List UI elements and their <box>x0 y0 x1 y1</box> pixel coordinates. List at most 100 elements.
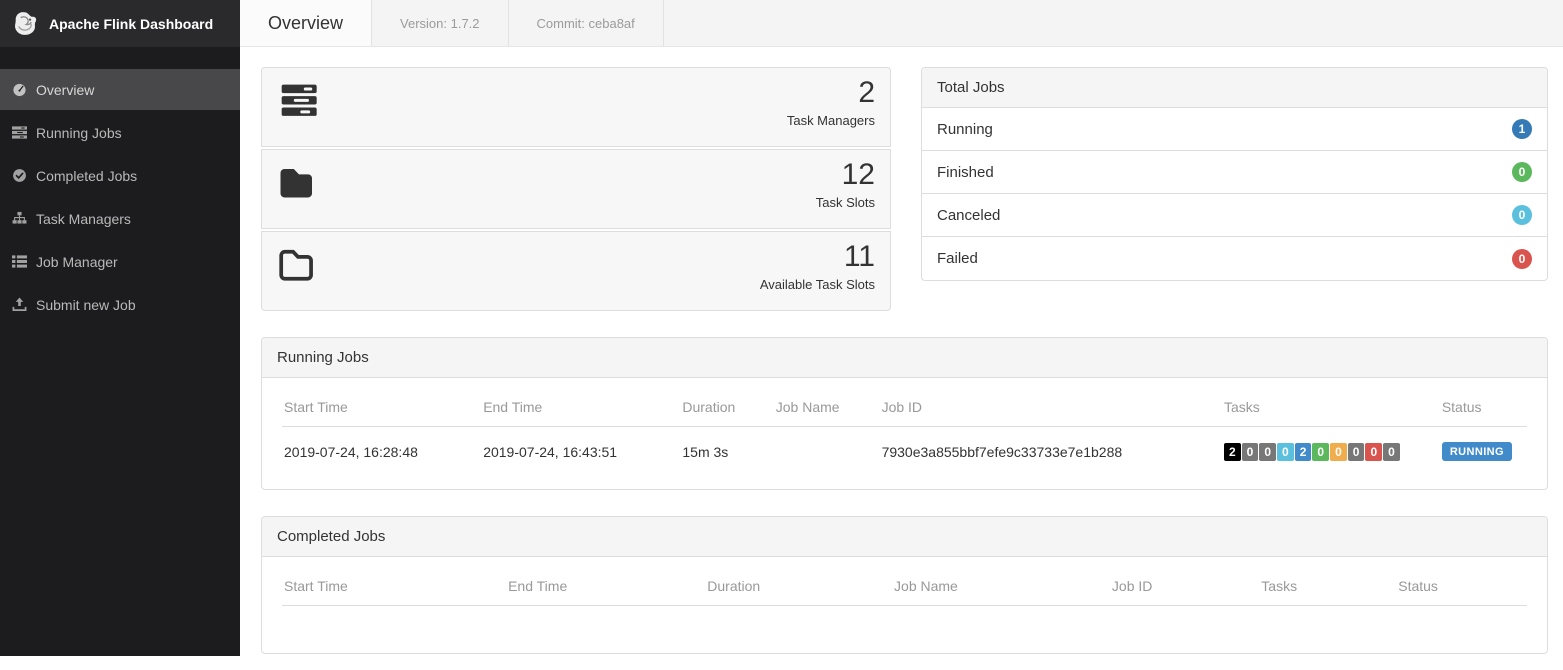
sidebar: Apache Flink Dashboard Overview Running … <box>0 0 240 656</box>
failed-count-badge: 0 <box>1512 249 1532 269</box>
sidebar-item-job-manager[interactable]: Job Manager <box>0 241 240 282</box>
col-job-name: Job Name <box>774 382 880 427</box>
job-name <box>774 427 880 476</box>
task-count-badge: 0 <box>1312 443 1329 461</box>
version-cell: Version: 1.7.2 <box>372 0 509 46</box>
empty-table-spacer <box>282 606 1527 639</box>
sidebar-item-task-managers[interactable]: Task Managers <box>0 198 240 239</box>
col-start-time: Start Time <box>282 382 481 427</box>
col-job-id: Job ID <box>880 382 1222 427</box>
tasks-icon <box>277 83 319 119</box>
total-jobs-title: Total Jobs <box>922 68 1547 108</box>
task-count-badge: 0 <box>1383 443 1400 461</box>
col-tasks: Tasks <box>1222 382 1440 427</box>
col-job-name: Job Name <box>892 561 1110 606</box>
canceled-count-badge: 0 <box>1512 205 1532 225</box>
completed-jobs-table: Start Time End Time Duration Job Name Jo… <box>282 561 1527 639</box>
table-header-row: Start Time End Time Duration Job Name Jo… <box>282 382 1527 427</box>
finished-count-badge: 0 <box>1512 162 1532 182</box>
sidebar-item-completed-jobs[interactable]: Completed Jobs <box>0 155 240 196</box>
running-jobs-title: Running Jobs <box>262 338 1547 378</box>
completed-jobs-title: Completed Jobs <box>262 517 1547 557</box>
task-count-badge: 2 <box>1224 443 1241 461</box>
stat-label: Task Managers <box>787 113 875 128</box>
col-end-time: End Time <box>506 561 705 606</box>
stat-label: Available Task Slots <box>760 277 875 292</box>
tasks-icon <box>12 125 27 140</box>
total-jobs-row-failed: Failed 0 <box>922 237 1547 280</box>
page-title-cell: Overview <box>240 0 372 46</box>
col-duration: Duration <box>705 561 892 606</box>
stat-value: 12 <box>816 158 875 192</box>
running-job-row[interactable]: 2019-07-24, 16:28:48 2019-07-24, 16:43:5… <box>282 427 1527 476</box>
status-badge: RUNNING <box>1442 442 1512 461</box>
task-count-badge: 0 <box>1348 443 1365 461</box>
upload-icon <box>12 297 27 312</box>
stat-tile-available-task-slots: 11 Available Task Slots <box>261 231 891 311</box>
sidebar-item-label: Submit new Job <box>36 297 136 313</box>
task-count-badge: 0 <box>1242 443 1259 461</box>
stat-tile-task-slots: 12 Task Slots <box>261 149 891 229</box>
commit-label: Commit: ceba8af <box>537 16 635 31</box>
job-end-time: 2019-07-24, 16:43:51 <box>481 427 680 476</box>
sidebar-item-label: Overview <box>36 82 94 98</box>
sidebar-item-submit-new-job[interactable]: Submit new Job <box>0 284 240 325</box>
total-jobs-row-label: Finished <box>937 164 994 181</box>
running-jobs-table: Start Time End Time Duration Job Name Jo… <box>282 382 1527 475</box>
task-count-badge: 0 <box>1277 443 1294 461</box>
total-jobs-row-canceled: Canceled 0 <box>922 194 1547 237</box>
stat-tile-task-managers: 2 Task Managers <box>261 67 891 147</box>
task-count-badge: 0 <box>1365 443 1382 461</box>
total-jobs-row-running: Running 1 <box>922 108 1547 151</box>
stat-label: Task Slots <box>816 195 875 210</box>
col-status: Status <box>1440 382 1527 427</box>
page-title: Overview <box>268 13 343 34</box>
sidebar-item-running-jobs[interactable]: Running Jobs <box>0 112 240 153</box>
running-jobs-panel: Running Jobs Start Time End Time Duratio… <box>261 337 1548 490</box>
total-jobs-row-label: Running <box>937 121 993 138</box>
folder-open-icon <box>277 247 319 283</box>
col-status: Status <box>1396 561 1527 606</box>
topbar: Overview Version: 1.7.2 Commit: ceba8af <box>240 0 1563 47</box>
check-circle-icon <box>12 168 27 183</box>
total-jobs-row-label: Canceled <box>937 207 1000 224</box>
sidebar-item-label: Completed Jobs <box>36 168 137 184</box>
job-start-time: 2019-07-24, 16:28:48 <box>282 427 481 476</box>
job-duration: 15m 3s <box>680 427 773 476</box>
sitemap-icon <box>12 211 27 226</box>
stat-text: 11 Available Task Slots <box>760 240 875 292</box>
task-count-badge: 0 <box>1330 443 1347 461</box>
completed-jobs-panel: Completed Jobs Start Time End Time Durat… <box>261 516 1548 654</box>
job-task-badges: 2000200000 <box>1222 427 1440 476</box>
commit-cell: Commit: ceba8af <box>509 0 664 46</box>
task-count-badge: 0 <box>1259 443 1276 461</box>
sidebar-item-label: Running Jobs <box>36 125 122 141</box>
sidebar-item-overview[interactable]: Overview <box>0 69 240 110</box>
flink-squirrel-icon <box>12 10 39 37</box>
folder-icon <box>277 165 319 201</box>
total-jobs-panel: Total Jobs Running 1 Finished 0 Canceled… <box>921 67 1548 281</box>
sidebar-item-label: Job Manager <box>36 254 118 270</box>
stat-text: 2 Task Managers <box>787 76 875 128</box>
brand-title: Apache Flink Dashboard <box>49 16 213 32</box>
main-content: 2 Task Managers 12 Task Slots 11 <box>240 0 1563 670</box>
col-end-time: End Time <box>481 382 680 427</box>
col-duration: Duration <box>680 382 773 427</box>
stat-value: 2 <box>787 76 875 110</box>
sidebar-nav: Overview Running Jobs Completed Jobs Tas… <box>0 69 240 325</box>
task-count-badge: 2 <box>1295 443 1312 461</box>
total-jobs-row-finished: Finished 0 <box>922 151 1547 194</box>
stat-value: 11 <box>760 240 875 274</box>
brand: Apache Flink Dashboard <box>0 0 240 47</box>
dashboard-icon <box>12 82 27 97</box>
stat-text: 12 Task Slots <box>816 158 875 210</box>
cluster-stats: 2 Task Managers 12 Task Slots 11 <box>261 67 891 311</box>
list-icon <box>12 254 27 269</box>
job-status-cell: RUNNING <box>1440 427 1527 476</box>
table-header-row: Start Time End Time Duration Job Name Jo… <box>282 561 1527 606</box>
running-count-badge: 1 <box>1512 119 1532 139</box>
job-id: 7930e3a855bbf7efe9c33733e7e1b288 <box>880 427 1222 476</box>
col-job-id: Job ID <box>1110 561 1259 606</box>
sidebar-item-label: Task Managers <box>36 211 131 227</box>
total-jobs-row-label: Failed <box>937 250 978 267</box>
